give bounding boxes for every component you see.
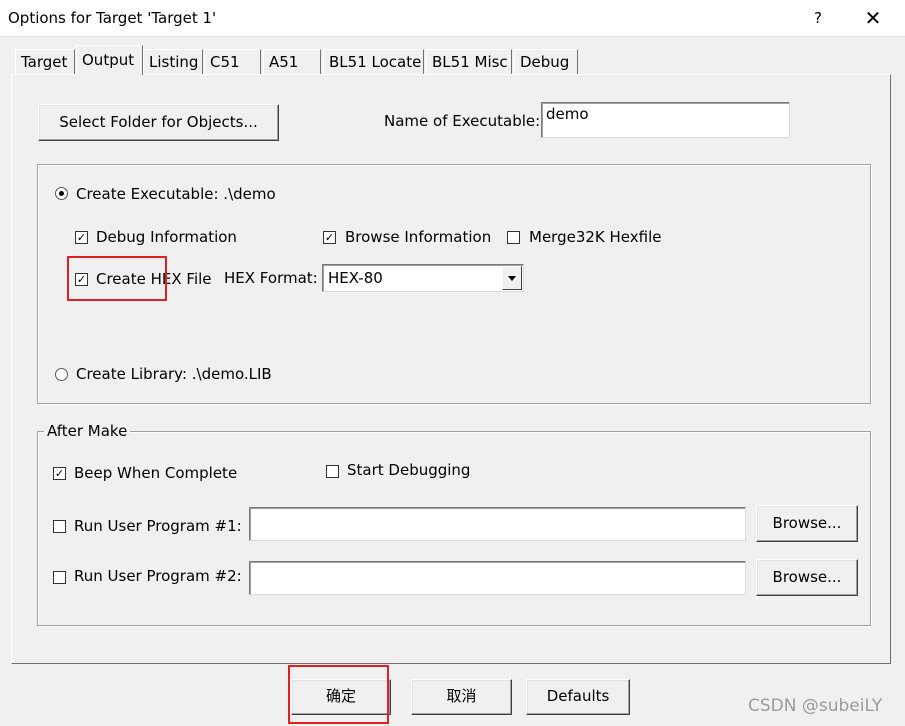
run-user-program-2-input[interactable] (249, 561, 746, 595)
tab-label: BL51 Locate (329, 53, 422, 71)
run-user-program-1-checkbox[interactable] (53, 520, 66, 533)
name-of-executable-label: Name of Executable: (384, 112, 541, 130)
hex-format-label: HEX Format: (224, 269, 318, 287)
create-library-label: Create Library: .\demo.LIB (76, 365, 272, 383)
defaults-button[interactable]: Defaults (526, 679, 630, 715)
run-user-program-1-input[interactable] (249, 507, 746, 541)
run-user-program-2-checkbox[interactable] (53, 571, 66, 584)
title-bar: Options for Target 'Target 1' ? ✕ (0, 0, 905, 37)
tab-label: Listing (149, 53, 199, 71)
browse-button-1[interactable]: Browse... (756, 505, 858, 542)
merge32k-hexfile-label: Merge32K Hexfile (529, 228, 662, 246)
browse-button-2[interactable]: Browse... (756, 559, 858, 596)
tab-label: A51 (269, 53, 299, 71)
debug-information-checkbox[interactable]: ✓ (75, 231, 88, 244)
tab-listing[interactable]: Listing (143, 49, 203, 74)
browse-information-label: Browse Information (345, 228, 492, 246)
highlight-create-hex (67, 256, 167, 301)
hex-format-select[interactable]: HEX-80 (322, 264, 524, 292)
beep-when-complete-label: Beep When Complete (74, 464, 238, 482)
tab-c51[interactable]: C51 (204, 49, 261, 74)
tab-label: C51 (210, 53, 240, 71)
cancel-button[interactable]: 取消 (411, 679, 512, 715)
window-title: Options for Target 'Target 1' (8, 9, 217, 27)
browse-information-checkbox[interactable]: ✓ (323, 231, 336, 244)
tab-target[interactable]: Target (15, 49, 75, 74)
create-executable-label: Create Executable: .\demo (76, 185, 276, 203)
run-user-program-1-label: Run User Program #1: (74, 517, 242, 535)
name-of-executable-input[interactable]: demo (541, 102, 790, 138)
tab-debug[interactable]: Debug (514, 49, 578, 74)
run-user-program-2-label: Run User Program #2: (74, 567, 242, 585)
tab-bl51-locate[interactable]: BL51 Locate (323, 49, 424, 74)
create-executable-radio[interactable] (55, 187, 68, 200)
watermark: CSDN @subeiLY (748, 696, 883, 716)
select-folder-button[interactable]: Select Folder for Objects... (38, 104, 279, 141)
tab-bl51-misc[interactable]: BL51 Misc (426, 49, 512, 74)
create-library-radio[interactable] (55, 368, 68, 381)
tab-label: BL51 Misc (432, 53, 508, 71)
start-debugging-checkbox[interactable] (326, 465, 339, 478)
help-button[interactable]: ? (805, 4, 831, 32)
tab-label: Target (21, 53, 68, 71)
beep-when-complete-checkbox[interactable]: ✓ (53, 467, 66, 480)
hex-format-value: HEX-80 (328, 269, 383, 287)
radio-selected-dot (59, 191, 64, 196)
tab-label: Debug (520, 53, 570, 71)
dropdown-button[interactable] (502, 266, 522, 290)
after-make-legend: After Make (44, 422, 131, 440)
tab-output[interactable]: Output (76, 45, 143, 75)
close-button[interactable]: ✕ (858, 4, 888, 32)
merge32k-hexfile-checkbox[interactable] (507, 231, 520, 244)
start-debugging-label: Start Debugging (347, 461, 471, 479)
tab-label: Output (82, 51, 135, 69)
highlight-ok-button (288, 665, 389, 724)
chevron-down-icon (508, 276, 516, 281)
tab-a51[interactable]: A51 (263, 49, 321, 74)
debug-information-label: Debug Information (96, 228, 237, 246)
